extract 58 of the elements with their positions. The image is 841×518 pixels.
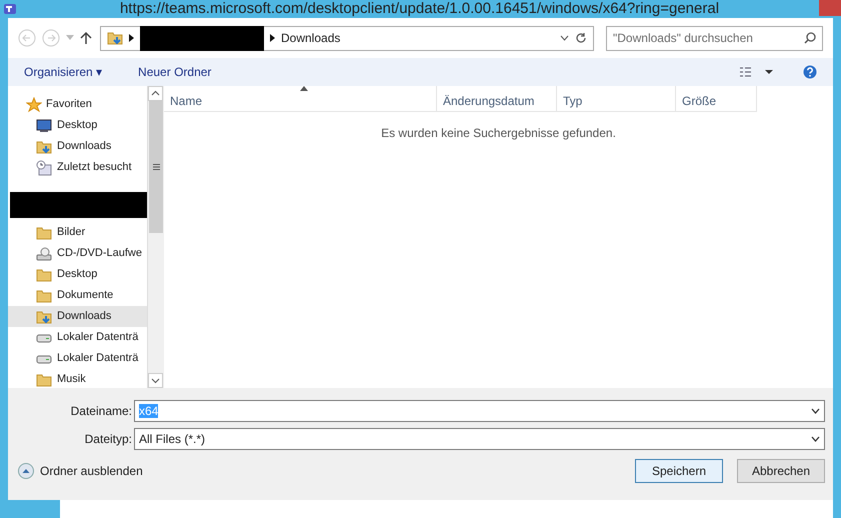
- sidebar-item[interactable]: Zuletzt besucht: [8, 157, 147, 178]
- sidebar-item[interactable]: Lokaler Datenträ: [8, 327, 147, 348]
- sidebar-item[interactable]: Desktop: [8, 264, 147, 285]
- chevron-icon: [129, 34, 134, 42]
- sidebar-item[interactable]: Dokumente: [8, 285, 147, 306]
- window-title: https://teams.microsoft.com/desktopclient/update/1.0.00.16451/windows/x64?ring=general: [118, 0, 720, 18]
- folder-icon: [36, 224, 52, 240]
- path-segment[interactable]: Downloads: [281, 29, 340, 47]
- grip-icon: [152, 164, 160, 170]
- collapse-icon: [18, 463, 34, 479]
- empty-message: Es wurden keine Suchergebnisse gefunden.: [380, 125, 617, 142]
- star-icon: [26, 96, 42, 112]
- dialog-button[interactable]: Abbrechen: [737, 459, 825, 483]
- sidebar-item[interactable]: Lokaler Datenträ: [8, 348, 147, 369]
- dialog-button[interactable]: Speichern: [635, 459, 723, 483]
- chevron-icon: [270, 34, 275, 42]
- column-header[interactable]: Typ: [557, 86, 676, 112]
- dropdown-caret-icon[interactable]: [560, 35, 569, 41]
- folder-icon: [36, 266, 52, 282]
- folder-download-icon: [36, 138, 52, 154]
- disc-drive-icon: [36, 246, 52, 262]
- scroll-down-icon[interactable]: [148, 373, 163, 388]
- scroll-up-icon[interactable]: [148, 86, 163, 101]
- sidebar-item[interactable]: Downloads: [8, 306, 147, 327]
- scrollbar[interactable]: [147, 86, 164, 388]
- sidebar-item[interactable]: Downloads: [8, 136, 147, 157]
- folder-download-icon: [107, 30, 123, 46]
- sidebar-item[interactable]: Favoriten: [8, 94, 147, 115]
- search-icon: [804, 32, 816, 44]
- address-bar[interactable]: Downloads: [100, 26, 594, 50]
- field-label: Dateiname:: [70, 402, 133, 420]
- column-header[interactable]: Änderungsdatum: [437, 86, 557, 112]
- dropdown-caret-icon[interactable]: [811, 408, 820, 414]
- filetype-dropdown[interactable]: All Files (*.*): [134, 428, 825, 450]
- field-label: Dateityp:: [84, 430, 133, 448]
- column-header[interactable]: Größe: [676, 86, 757, 112]
- column-header[interactable]: Name: [164, 86, 437, 112]
- monitor-icon: [36, 118, 52, 132]
- folder-download-icon: [36, 308, 52, 324]
- refresh-icon[interactable]: [575, 32, 587, 44]
- up-arrow-icon[interactable]: [80, 31, 92, 45]
- view-options-icon[interactable]: [739, 67, 775, 77]
- drive-icon: [36, 332, 52, 344]
- teams-app-icon: [4, 3, 16, 15]
- sort-arrow-icon: [300, 86, 308, 91]
- hide-folders-button[interactable]: Ordner ausblenden: [18, 462, 143, 480]
- organize-menu-button[interactable]: Organisieren ▾: [24, 63, 102, 81]
- sidebar-item[interactable]: Bilder: [8, 222, 147, 243]
- drive-icon: [36, 352, 52, 364]
- help-icon[interactable]: [803, 65, 817, 79]
- sidebar-item[interactable]: CD-/DVD-Laufwe: [8, 243, 147, 264]
- new-folder-button[interactable]: Neuer Ordner: [138, 63, 212, 81]
- folder-icon: [36, 288, 52, 304]
- search-field[interactable]: "Downloads" durchsuchen: [606, 26, 823, 50]
- dropdown-caret-icon[interactable]: [811, 436, 820, 442]
- recent-places-icon: [36, 160, 52, 176]
- sidebar-item[interactable]: Desktop: [8, 115, 147, 136]
- sidebar-item[interactable]: Musik: [8, 369, 147, 388]
